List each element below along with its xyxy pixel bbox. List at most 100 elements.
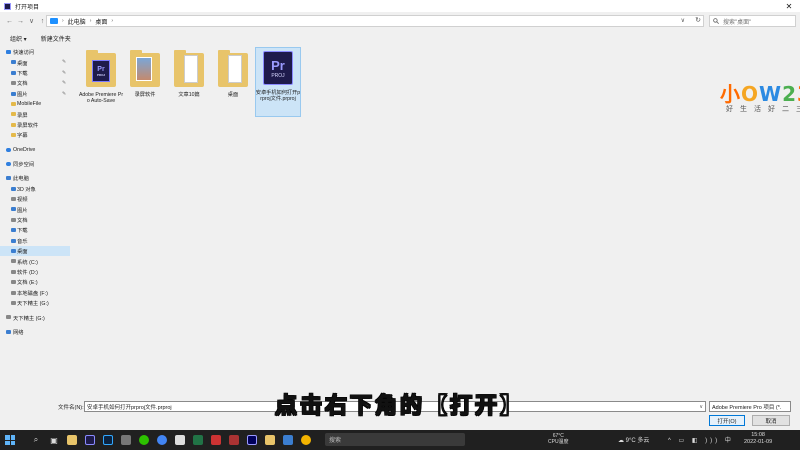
paper-thumbnail — [184, 55, 198, 83]
sidebar-item-drive-g[interactable]: 天下精主 (G:) — [0, 298, 70, 308]
search-icon[interactable]: ⌕ — [27, 430, 45, 450]
premiere-taskbar-icon[interactable] — [81, 430, 99, 450]
excel-icon[interactable] — [189, 430, 207, 450]
weather-widget[interactable]: ☁ 9°C 多云 — [618, 435, 649, 444]
forward-arrow-icon[interactable]: → — [15, 15, 26, 27]
sidebar-quick-access[interactable]: 快速访问 — [0, 47, 70, 57]
desktop-icon — [11, 249, 16, 254]
premiere-badge-icon: Pr PROJ — [92, 60, 110, 82]
file-label: 安卓手机如何打开prproj文件.prproj — [255, 90, 301, 103]
breadcrumb-desktop[interactable]: 桌面 — [95, 17, 107, 26]
sidebar-onedrive[interactable]: OneDrive — [0, 145, 70, 155]
picture-icon — [11, 207, 16, 212]
sidebar-item-drive-f[interactable]: 本地磁盘 (F:) — [0, 288, 70, 298]
file-item-recording-software[interactable]: 录屏软件 — [122, 50, 168, 120]
prproj-file-icon: Pr PROJ — [263, 51, 293, 85]
cpu-temperature: 67°C CPU温度 — [548, 433, 569, 445]
file-label: Adobe Premiere Pro Auto-Save — [78, 92, 124, 105]
app-icon[interactable] — [171, 430, 189, 450]
file-list: Pr PROJ Adobe Premiere Pro Auto-Save 录屏软件… — [72, 47, 800, 395]
sidebar-item-pictures[interactable]: 图片 ✎ — [0, 89, 70, 99]
photos-icon[interactable] — [279, 430, 297, 450]
sidebar-item-pc-documents[interactable]: 文档 — [0, 215, 70, 225]
file-name-bar: 文件名(N): 安卓手机如何打开prproj文件.prproj ∨ Adobe … — [0, 396, 800, 430]
file-item-prproj-selected[interactable]: Pr PROJ 安卓手机如何打开prproj文件.prproj — [255, 47, 301, 117]
sidebar-drive-g-root[interactable]: 天下精主 (G:) — [0, 312, 70, 322]
address-bar[interactable]: › 此电脑 › 桌面 › ∨ ↻ — [46, 15, 704, 27]
sidebar-item-music[interactable]: 音乐 — [0, 236, 70, 246]
organize-menu[interactable]: 组织 ▾ — [10, 34, 27, 43]
sidebar-item-pc-desktop[interactable]: 桌面 — [0, 246, 70, 257]
photoshop-icon[interactable] — [99, 430, 117, 450]
drive-icon — [11, 300, 16, 305]
sidebar-item-documents[interactable]: 文档 ✎ — [0, 78, 70, 88]
sidebar-network[interactable]: 网络 — [0, 327, 70, 337]
taskbar-search-input[interactable]: 搜索 — [325, 433, 465, 446]
sidebar-item-desktop[interactable]: 桌面 ✎ — [0, 57, 70, 67]
sidebar-item-drive-c[interactable]: 系统 (C:) — [0, 256, 70, 266]
task-view-icon[interactable]: ▣ — [45, 430, 63, 450]
drive-icon — [11, 280, 16, 285]
search-placeholder: 搜索"桌面" — [723, 19, 752, 26]
3d-objects-icon — [11, 186, 16, 191]
breadcrumb-this-pc[interactable]: 此电脑 — [68, 17, 86, 26]
chrome-icon[interactable] — [297, 430, 315, 450]
file-type-select[interactable]: Adobe Premiere Pro 项目 (*. — [709, 401, 791, 412]
folder-icon: Pr PROJ — [86, 50, 116, 87]
folder-icon[interactable] — [261, 430, 279, 450]
paper-thumbnail — [228, 55, 242, 83]
desktop-icon — [11, 60, 16, 65]
app-icon[interactable] — [117, 430, 135, 450]
sidebar-item-drive-e[interactable]: 文档 (E:) — [0, 277, 70, 287]
close-icon[interactable]: ✕ — [778, 0, 800, 12]
music-icon — [11, 238, 16, 243]
document-icon — [11, 81, 16, 86]
folder-icon — [11, 122, 16, 127]
pin-icon: ✎ — [62, 80, 67, 87]
open-button[interactable]: 打开(O) — [709, 415, 745, 426]
back-arrow-icon[interactable]: ← — [4, 15, 15, 27]
folder-icon — [11, 101, 16, 106]
cancel-button[interactable]: 取消 — [752, 415, 790, 426]
onedrive-cloud-icon — [6, 147, 11, 152]
history-chevron-icon[interactable]: ∨ — [26, 15, 37, 27]
app-icon[interactable] — [207, 430, 225, 450]
sidebar-item-recording[interactable]: 录屏 — [0, 109, 70, 119]
new-folder-button[interactable]: 新建文件夹 — [41, 34, 71, 43]
sidebar-this-pc[interactable]: 此电脑 — [0, 173, 70, 183]
sidebar-item-recording-software[interactable]: 录屏软件 — [0, 120, 70, 130]
sidebar-item-3d-objects[interactable]: 3D 对象 — [0, 184, 70, 194]
address-dropdown-icon[interactable]: ∨ — [681, 17, 685, 24]
sidebar-sync-space[interactable]: 同步空间 — [0, 159, 70, 169]
navigation-bar: ← → ∨ ↑ › 此电脑 › 桌面 › ∨ ↻ 搜索"桌面" — [0, 13, 800, 29]
file-label: 录屏软件 — [134, 92, 156, 98]
file-item-articles[interactable]: 文章10篇 — [166, 50, 212, 120]
system-tray[interactable]: ^ ▭ ◧ ))) 中 — [668, 435, 734, 444]
sidebar-item-subtitles[interactable]: 字幕 — [0, 130, 70, 140]
search-input[interactable]: 搜索"桌面" — [709, 15, 796, 27]
download-icon — [11, 228, 16, 233]
file-item-desktop-folder[interactable]: 桌面 — [210, 50, 256, 120]
sidebar-item-mobilefile[interactable]: MobileFile — [0, 99, 70, 109]
sidebar-item-pc-downloads[interactable]: 下载 — [0, 225, 70, 235]
wechat-icon[interactable] — [135, 430, 153, 450]
windows-start-icon[interactable] — [5, 435, 15, 445]
file-explorer-icon[interactable] — [63, 430, 81, 450]
sidebar-item-drive-d[interactable]: 软件 (D:) — [0, 267, 70, 277]
drive-icon — [11, 269, 16, 274]
watermark-logo: 小OW234 好生活好二三四 — [720, 82, 800, 113]
word-icon[interactable] — [225, 430, 243, 450]
file-item-premiere-autosave[interactable]: Pr PROJ Adobe Premiere Pro Auto-Save — [78, 50, 124, 120]
refresh-icon[interactable]: ↻ — [695, 16, 701, 24]
sidebar-item-downloads[interactable]: 下载 ✎ — [0, 68, 70, 78]
filename-input[interactable]: 安卓手机如何打开prproj文件.prproj ∨ — [84, 401, 706, 412]
filename-label: 文件名(N): — [58, 405, 84, 411]
audition-icon[interactable] — [243, 430, 261, 450]
browser-icon[interactable] — [153, 430, 171, 450]
search-icon — [713, 18, 719, 24]
sidebar-item-pc-pictures[interactable]: 图片 — [0, 204, 70, 214]
picture-icon — [11, 91, 16, 96]
chevron-down-icon[interactable]: ∨ — [699, 404, 703, 410]
clock[interactable]: 15:08 2022-01-09 — [744, 432, 772, 446]
sidebar-item-videos[interactable]: 视频 — [0, 194, 70, 204]
